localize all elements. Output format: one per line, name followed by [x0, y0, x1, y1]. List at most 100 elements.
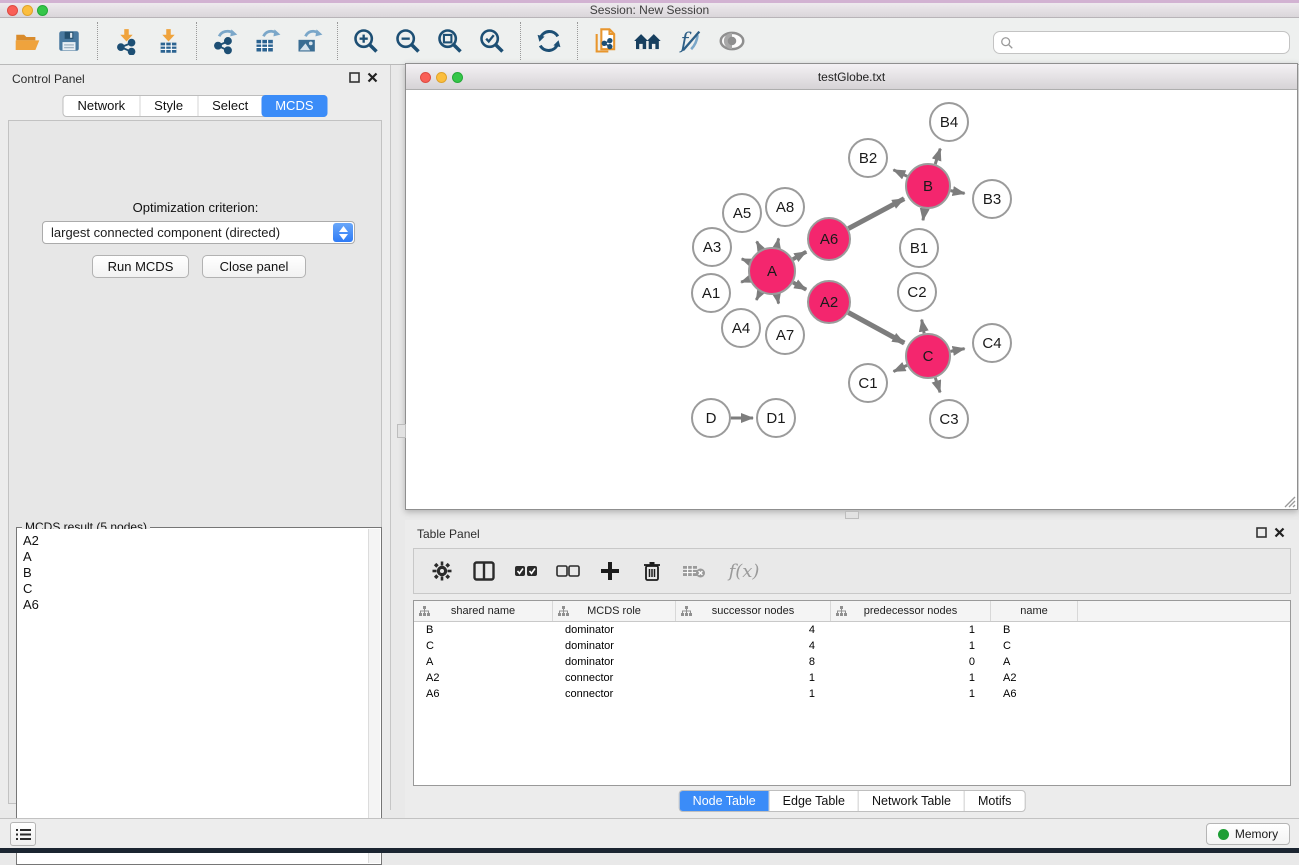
divider-grip-bottom[interactable]: [845, 511, 859, 519]
edge-B-B3[interactable]: [951, 191, 965, 194]
mcds-result-list[interactable]: A2ABCA6: [18, 529, 368, 863]
zoom-fit-button[interactable]: [429, 21, 471, 61]
edge-A-A3[interactable]: [742, 259, 750, 262]
graphics-details-button[interactable]: f: [669, 21, 711, 61]
column-header-shared-name[interactable]: shared name: [414, 601, 553, 621]
zoom-in-button[interactable]: [345, 21, 387, 61]
tab-node-table[interactable]: Node Table: [680, 791, 769, 811]
node-A2[interactable]: A2: [808, 281, 850, 323]
edge-A-A7[interactable]: [777, 295, 779, 304]
edge-A-A2[interactable]: [793, 283, 806, 290]
edge-A-A6[interactable]: [793, 252, 806, 260]
table-row[interactable]: Adominator80A: [414, 654, 1290, 670]
node-D1[interactable]: D1: [757, 399, 795, 437]
search-input[interactable]: [1014, 32, 1289, 53]
node-C4[interactable]: C4: [973, 324, 1011, 362]
zoom-out-button[interactable]: [387, 21, 429, 61]
node-D[interactable]: D: [692, 399, 730, 437]
export-table-button[interactable]: [246, 21, 288, 61]
column-header-successor-nodes[interactable]: successor nodes: [676, 601, 831, 621]
column-header-name[interactable]: name: [991, 601, 1078, 621]
memory-button[interactable]: Memory: [1206, 823, 1290, 845]
criterion-select[interactable]: largest connected component (directed): [42, 221, 355, 244]
tab-select[interactable]: Select: [197, 96, 262, 116]
float-panel-icon[interactable]: [349, 72, 360, 83]
column-layout-button[interactable]: [470, 556, 498, 586]
first-neighbors-button[interactable]: [627, 21, 669, 61]
edge-C-C3[interactable]: [935, 378, 940, 393]
node-A8[interactable]: A8: [766, 188, 804, 226]
apply-function-button[interactable]: f(x): [722, 556, 766, 586]
close-panel-icon[interactable]: [367, 72, 378, 83]
save-session-button[interactable]: [48, 21, 90, 61]
node-C[interactable]: C: [906, 334, 950, 378]
clone-network-button[interactable]: [585, 21, 627, 61]
edge-A-A8[interactable]: [777, 238, 779, 247]
node-C2[interactable]: C2: [898, 273, 936, 311]
edge-B-B4[interactable]: [935, 149, 940, 165]
deselect-all-columns-button[interactable]: [554, 556, 582, 586]
close-panel-icon[interactable]: [1274, 527, 1285, 538]
network-graph-canvas[interactable]: AA1A2A3A4A5A6A7A8BB1B2B3B4CC1C2C3C4DD1: [406, 90, 1297, 509]
table-row[interactable]: A2connector11A2: [414, 670, 1290, 686]
node-B4[interactable]: B4: [930, 103, 968, 141]
node-A7[interactable]: A7: [766, 316, 804, 354]
node-A6[interactable]: A6: [808, 218, 850, 260]
table-row[interactable]: Cdominator41C: [414, 638, 1290, 654]
divider-grip-left[interactable]: [397, 424, 406, 438]
resize-grip-icon[interactable]: [1283, 495, 1296, 508]
tab-style[interactable]: Style: [139, 96, 197, 116]
column-header-MCDS-role[interactable]: MCDS role: [553, 601, 676, 621]
import-network-button[interactable]: [105, 21, 147, 61]
edge-C-C4[interactable]: [951, 349, 965, 352]
edge-B-B1[interactable]: [923, 209, 925, 221]
mcds-result-item[interactable]: B: [23, 565, 368, 581]
select-all-columns-button[interactable]: [512, 556, 540, 586]
edge-A-A5[interactable]: [757, 241, 761, 249]
export-network-button[interactable]: [204, 21, 246, 61]
table-row[interactable]: A6connector11A6: [414, 686, 1290, 702]
tab-mcds[interactable]: MCDS: [261, 95, 327, 117]
edge-A-A4[interactable]: [756, 292, 760, 300]
node-C3[interactable]: C3: [930, 400, 968, 438]
show-panel-button[interactable]: [10, 822, 36, 846]
run-mcds-button[interactable]: Run MCDS: [92, 255, 189, 278]
edge-A-A1[interactable]: [741, 279, 749, 282]
table-row[interactable]: Bdominator41B: [414, 622, 1290, 638]
open-session-button[interactable]: [6, 21, 48, 61]
delete-column-button[interactable]: [638, 556, 666, 586]
node-A[interactable]: A: [749, 248, 795, 294]
tab-motifs[interactable]: Motifs: [964, 791, 1024, 811]
mcds-result-item[interactable]: A6: [23, 597, 368, 613]
node-A5[interactable]: A5: [723, 194, 761, 232]
hide-details-button[interactable]: [711, 21, 753, 61]
import-table-button[interactable]: [147, 21, 189, 61]
node-B2[interactable]: B2: [849, 139, 887, 177]
mcds-result-item[interactable]: C: [23, 581, 368, 597]
node-B[interactable]: B: [906, 164, 950, 208]
close-panel-button[interactable]: Close panel: [202, 255, 306, 278]
tab-network-table[interactable]: Network Table: [858, 791, 964, 811]
node-B3[interactable]: B3: [973, 180, 1011, 218]
zoom-selected-button[interactable]: [471, 21, 513, 61]
mcds-result-item[interactable]: A2: [23, 533, 368, 549]
network-window-titlebar[interactable]: testGlobe.txt: [406, 64, 1297, 90]
edge-C-C1[interactable]: [894, 365, 908, 371]
tab-network[interactable]: Network: [63, 96, 139, 116]
edge-C-C2[interactable]: [922, 320, 924, 334]
node-B1[interactable]: B1: [900, 229, 938, 267]
table-settings-button[interactable]: [428, 556, 456, 586]
node-A3[interactable]: A3: [693, 228, 731, 266]
node-A4[interactable]: A4: [722, 309, 760, 347]
result-scrollbar[interactable]: [368, 529, 380, 863]
delete-table-button[interactable]: [680, 556, 708, 586]
add-column-button[interactable]: [596, 556, 624, 586]
column-header-predecessor-nodes[interactable]: predecessor nodes: [831, 601, 991, 621]
float-panel-icon[interactable]: [1256, 527, 1267, 538]
edge-A6-B[interactable]: [848, 199, 904, 229]
tab-edge-table[interactable]: Edge Table: [769, 791, 858, 811]
node-C1[interactable]: C1: [849, 364, 887, 402]
search-field[interactable]: [993, 31, 1290, 54]
export-image-button[interactable]: [288, 21, 330, 61]
edge-B-B2[interactable]: [893, 170, 907, 177]
